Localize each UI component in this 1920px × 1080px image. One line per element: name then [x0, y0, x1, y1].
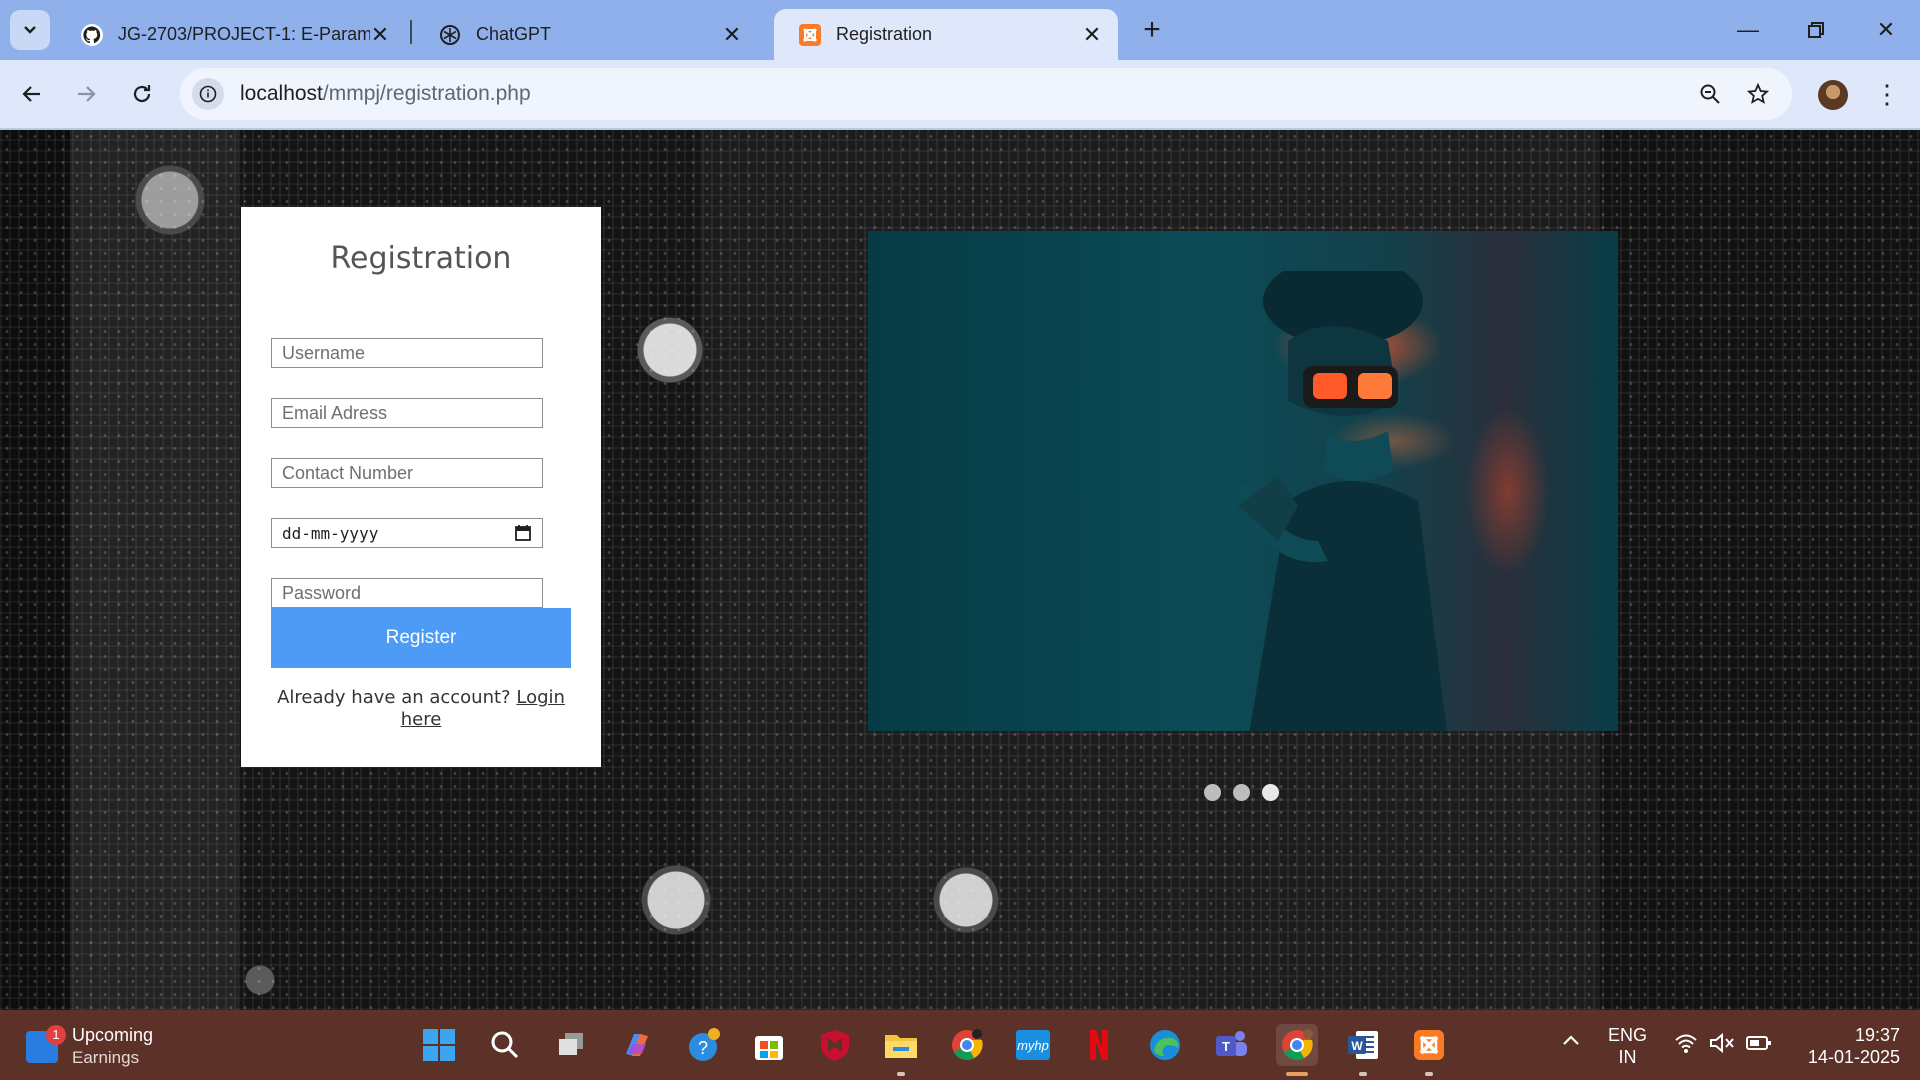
store-icon[interactable] — [748, 1024, 790, 1066]
carousel-dot[interactable] — [1262, 784, 1279, 801]
chevron-down-icon — [24, 26, 36, 34]
address-bar[interactable]: localhost/mmpj/registration.php — [180, 68, 1792, 120]
menu-kebab-icon[interactable]: ⋮ — [1874, 78, 1900, 110]
profile-avatar[interactable] — [1818, 80, 1848, 110]
email-input[interactable] — [271, 398, 543, 428]
register-button[interactable]: Register — [271, 608, 571, 668]
close-icon[interactable]: ✕ — [722, 23, 742, 45]
svg-text:T: T — [1222, 1039, 1230, 1054]
carousel-indicators — [1204, 784, 1279, 801]
system-status-button[interactable] — [1674, 1032, 1772, 1059]
carousel-image — [868, 231, 1618, 731]
windows-taskbar: 1 Upcoming Earnings ? myhp T W ENG IN 19… — [0, 1010, 1920, 1080]
browser-toolbar: localhost/mmpj/registration.php ⋮ — [0, 60, 1920, 130]
minimize-button[interactable]: — — [1728, 12, 1768, 48]
registration-card: Registration dd-mm-yyyy Register Already… — [241, 207, 601, 767]
svg-text:W: W — [1351, 1039, 1363, 1053]
widget-text: Upcoming Earnings — [72, 1024, 153, 1069]
login-prompt: Already have an account? Login here — [261, 687, 581, 731]
password-input[interactable] — [271, 578, 543, 608]
tab-registration[interactable]: Registration ✕ — [774, 9, 1118, 60]
url-path: /mmpj/registration.php — [322, 82, 531, 105]
running-indicator — [897, 1072, 905, 1076]
url-text: localhost/mmpj/registration.php — [240, 82, 531, 106]
battery-icon — [1746, 1036, 1772, 1050]
chatgpt-icon — [438, 23, 462, 47]
carousel-dot[interactable] — [1204, 784, 1221, 801]
bookmark-star-icon[interactable] — [1744, 80, 1772, 108]
tab-separator — [410, 20, 412, 44]
widget-subtitle: Earnings — [72, 1048, 140, 1067]
stock-chart-icon: 1 — [26, 1024, 66, 1063]
vr-person-illustration — [1233, 271, 1447, 731]
site-info-icon[interactable] — [192, 78, 224, 110]
tab-strip: JG-2703/PROJECT-1: E-Paramar ✕ ChatGPT ✕… — [0, 0, 1920, 60]
reload-icon — [133, 85, 151, 103]
tab-title: Registration — [836, 24, 933, 44]
wifi-icon — [1675, 1034, 1697, 1053]
url-host: localhost — [240, 82, 323, 105]
close-window-button[interactable]: ✕ — [1866, 12, 1906, 48]
forward-button[interactable] — [70, 78, 102, 110]
contact-number-input[interactable] — [271, 458, 543, 488]
region-code: IN — [1618, 1047, 1637, 1067]
restore-icon — [1808, 22, 1824, 38]
netflix-icon[interactable] — [1078, 1024, 1120, 1066]
reload-button[interactable] — [126, 78, 158, 110]
widget-title: Upcoming — [72, 1025, 154, 1045]
arrow-left-icon — [22, 86, 40, 102]
github-icon — [80, 23, 104, 47]
clock-date: 14-01-2025 — [1807, 1047, 1900, 1067]
running-indicator — [1425, 1072, 1433, 1076]
running-indicator — [1359, 1072, 1367, 1076]
volume-muted-icon — [1710, 1032, 1734, 1054]
tab-github[interactable]: JG-2703/PROJECT-1: E-Paramar ✕ — [56, 9, 406, 60]
clock-time: 19:37 — [1854, 1025, 1900, 1045]
xampp-icon — [798, 23, 822, 47]
tab-search-button[interactable] — [10, 10, 50, 50]
notification-badge: 1 — [46, 1024, 66, 1045]
close-icon[interactable]: ✕ — [1082, 23, 1102, 45]
tab-title: JG-2703/PROJECT-1: E-Paramar — [118, 24, 370, 44]
help-icon[interactable]: ? — [682, 1024, 724, 1066]
back-button[interactable] — [16, 78, 48, 110]
form-title: Registration — [330, 241, 512, 276]
chevron-up-icon — [1563, 1035, 1579, 1045]
widgets-button[interactable]: 1 Upcoming Earnings — [26, 1024, 153, 1069]
close-icon[interactable]: ✕ — [370, 23, 390, 45]
myhp-icon[interactable]: myhp — [1012, 1024, 1054, 1066]
tab-chatgpt[interactable]: ChatGPT ✕ — [414, 9, 758, 60]
file-explorer-icon[interactable] — [880, 1024, 922, 1076]
page-background: Registration dd-mm-yyyy Register Already… — [0, 130, 1920, 1010]
new-tab-button[interactable]: + — [1136, 14, 1168, 46]
calendar-icon[interactable] — [514, 524, 532, 542]
chrome-icon[interactable] — [946, 1024, 988, 1066]
restore-button[interactable] — [1796, 12, 1836, 48]
word-icon[interactable]: W — [1342, 1024, 1384, 1076]
mcafee-icon[interactable] — [814, 1024, 856, 1066]
teams-icon[interactable]: T — [1210, 1024, 1252, 1066]
show-hidden-icons-button[interactable] — [1560, 1030, 1582, 1057]
svg-text:myhp: myhp — [1017, 1038, 1049, 1053]
task-view-icon[interactable] — [550, 1024, 592, 1066]
xampp-icon[interactable] — [1408, 1024, 1450, 1076]
login-prompt-text: Already have an account? — [277, 687, 511, 708]
username-input[interactable] — [271, 338, 543, 368]
language-indicator[interactable]: ENG IN — [1608, 1024, 1647, 1068]
zoom-icon[interactable] — [1696, 80, 1724, 108]
clock[interactable]: 19:37 14-01-2025 — [1790, 1024, 1900, 1068]
copilot-icon[interactable] — [616, 1024, 658, 1066]
language-code: ENG — [1608, 1025, 1648, 1045]
svg-text:?: ? — [698, 1038, 708, 1058]
active-indicator — [1286, 1072, 1308, 1076]
start-icon[interactable] — [418, 1024, 460, 1066]
chrome-profile-icon[interactable] — [1276, 1024, 1318, 1076]
arrow-right-icon — [78, 86, 96, 102]
edge-icon[interactable] — [1144, 1024, 1186, 1066]
carousel-dot[interactable] — [1233, 784, 1250, 801]
tab-title: ChatGPT — [476, 24, 552, 44]
date-placeholder: dd-mm-yyyy — [282, 523, 379, 543]
search-icon[interactable] — [484, 1024, 526, 1066]
date-input[interactable]: dd-mm-yyyy — [271, 518, 543, 548]
